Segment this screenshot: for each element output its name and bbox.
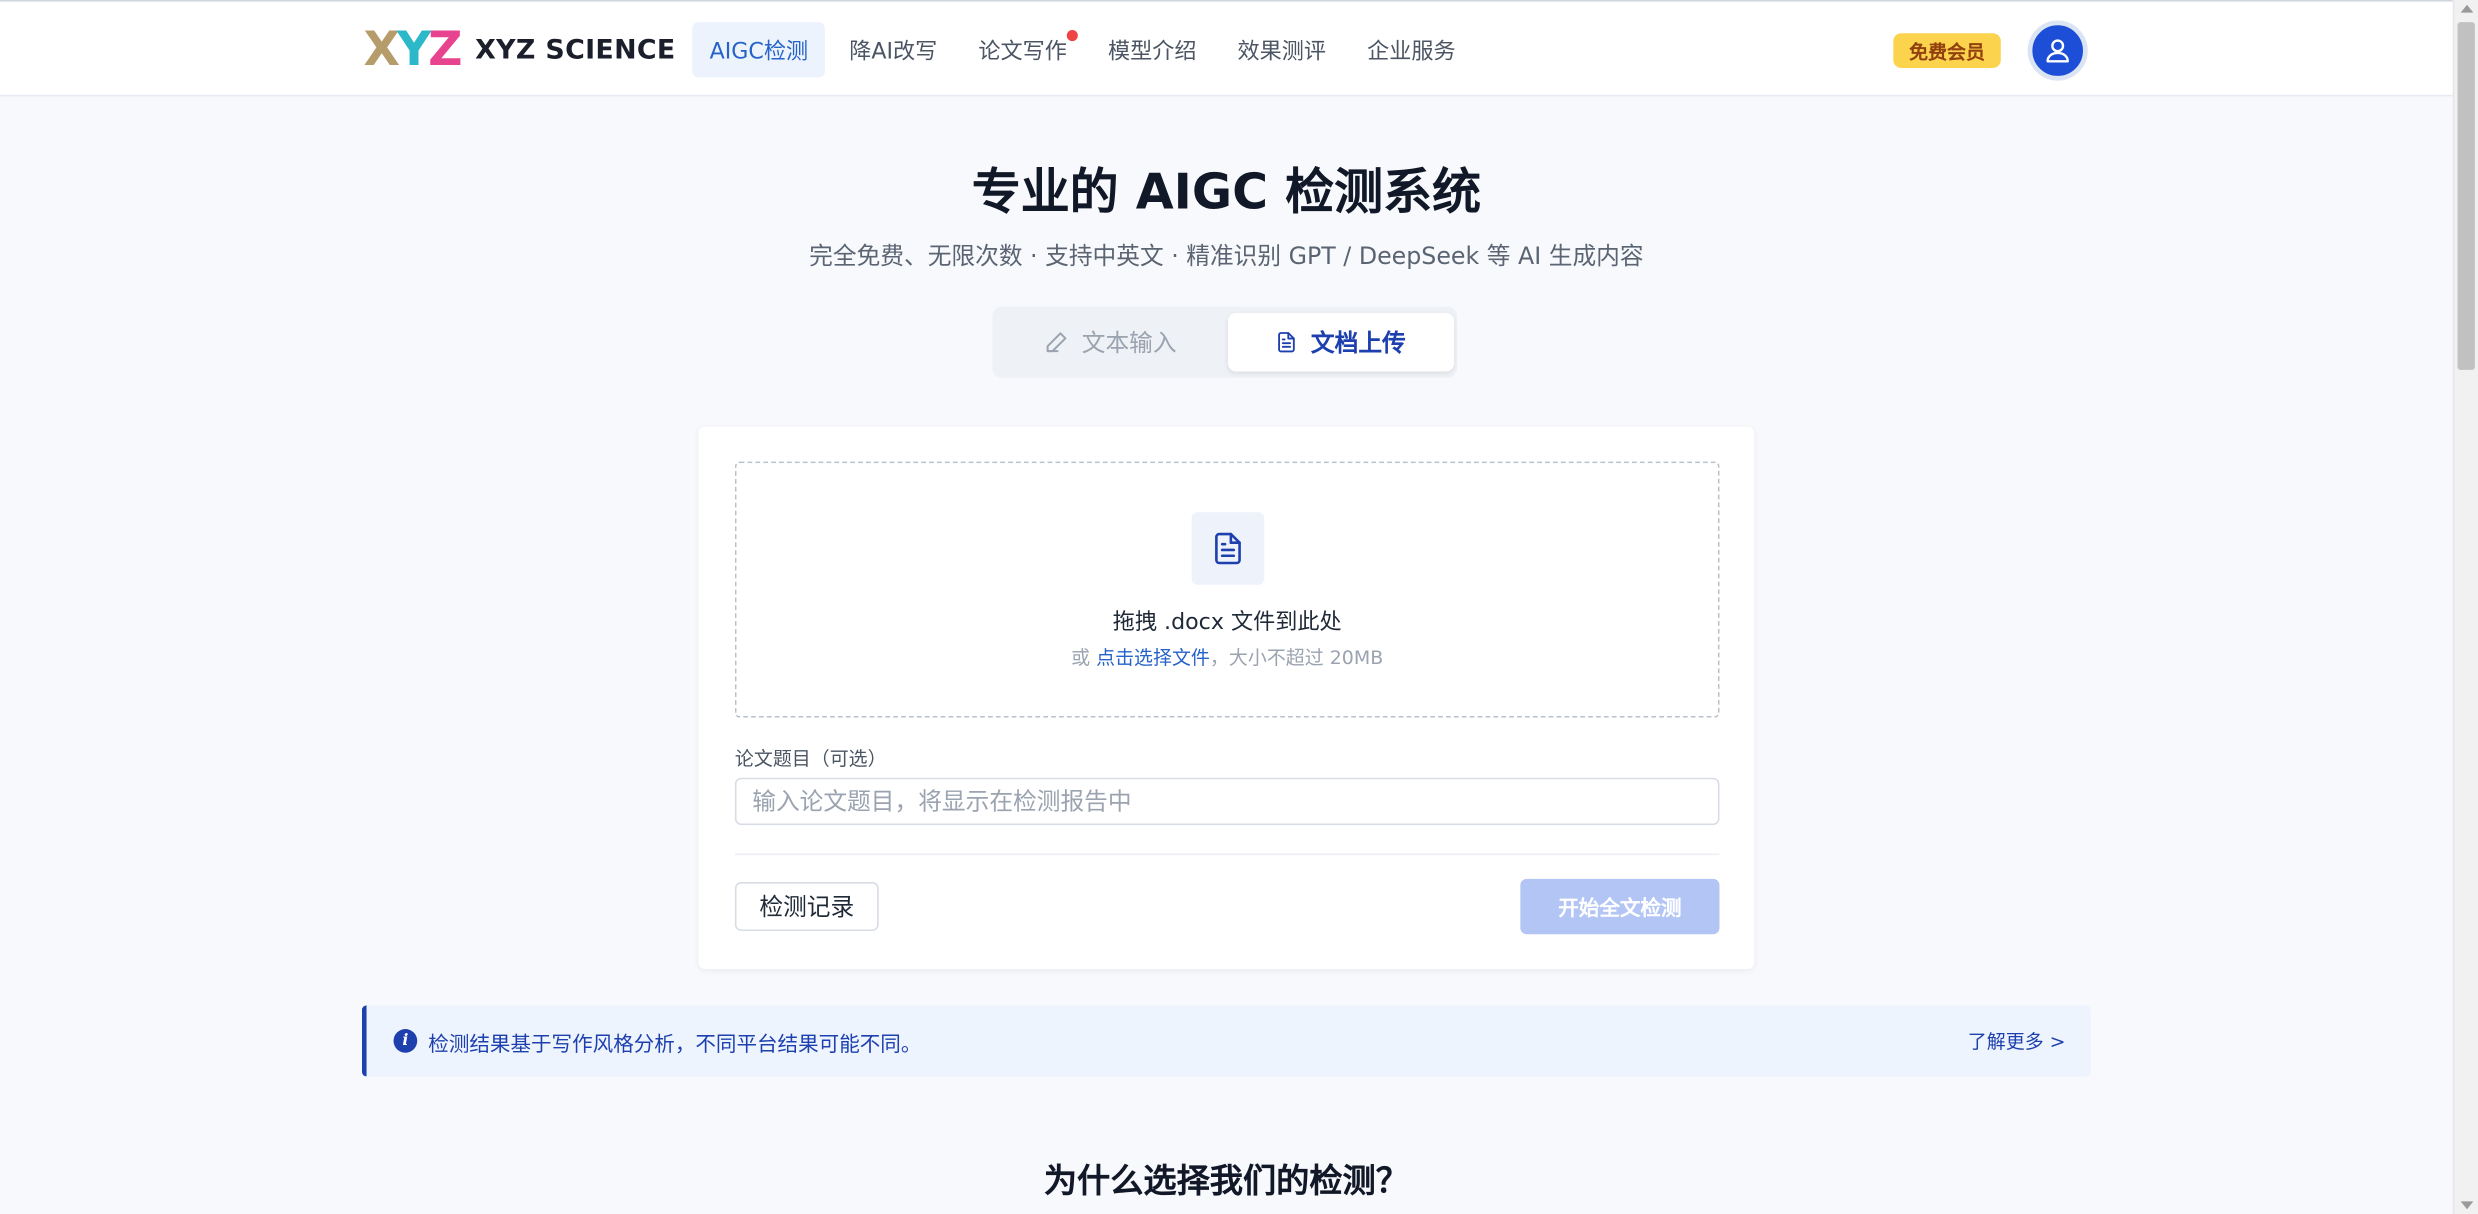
nav-item-label: 降AI改写	[849, 38, 938, 65]
dropzone-title: 拖拽 .docx 文件到此处	[1112, 610, 1342, 636]
notice-text: 检测结果基于写作风格分析，不同平台结果可能不同。	[428, 1033, 922, 1058]
scroll-down-arrow-icon[interactable]	[2460, 1201, 2474, 1210]
why-section-title: 为什么选择我们的检测？	[1043, 1161, 1409, 1200]
notification-dot	[1066, 30, 1078, 42]
upload-card: 拖拽 .docx 文件到此处 或 点击选择文件，大小不超过 20MB 论文题目（…	[698, 426, 1755, 969]
dropzone-hint: 或 点击选择文件，大小不超过 20MB	[736, 643, 1717, 670]
document-icon	[1215, 532, 1241, 565]
logo-letter-x: X	[363, 22, 400, 78]
learn-more-link[interactable]: 了解更多 >	[1968, 1027, 2066, 1054]
tab-document-upload[interactable]: 文档上传	[1227, 312, 1454, 372]
nav-item-model-intro[interactable]: 模型介绍	[1091, 22, 1214, 77]
document-icon	[1278, 332, 1296, 353]
divider	[734, 853, 1720, 856]
logo-letter-y: Y	[396, 22, 431, 78]
pencil-icon	[1047, 332, 1068, 353]
scroll-thumb[interactable]	[2457, 22, 2475, 370]
nav-item-label: 论文写作	[978, 38, 1067, 65]
paper-title-label: 论文题目（可选）	[734, 747, 887, 770]
file-dropzone[interactable]: 拖拽 .docx 文件到此处 或 点击选择文件，大小不超过 20MB	[734, 461, 1720, 718]
upload-icon-box	[1191, 512, 1265, 585]
user-icon	[2046, 39, 2069, 63]
vip-badge[interactable]: 免费会员	[1893, 33, 2001, 68]
avatar[interactable]	[2027, 20, 2088, 81]
info-notice: i 检测结果基于写作风格分析，不同平台结果可能不同。 了解更多 >	[361, 1005, 2091, 1077]
paper-title-input[interactable]	[734, 777, 1720, 826]
nav-item-label: 效果测评	[1237, 38, 1327, 65]
dropzone-hint-suffix: ，大小不超过 20MB	[1209, 646, 1384, 669]
nav-item-label: 模型介绍	[1107, 38, 1197, 65]
dropzone-hint-prefix: 或	[1071, 646, 1097, 669]
page-title: 专业的 AIGC 检测系统	[971, 164, 1482, 222]
page-subtitle: 完全免费、无限次数 · 支持中英文 · 精准识别 GPT / DeepSeek …	[809, 241, 1644, 271]
tab-label: 文本输入	[1081, 328, 1177, 358]
nav-item-label: AIGC检测	[709, 38, 809, 65]
choose-file-link[interactable]: 点击选择文件	[1096, 647, 1210, 669]
logo[interactable]: X Y Z XYZ SCIENCE	[363, 22, 676, 78]
scroll-up-arrow-icon[interactable]	[2460, 4, 2474, 13]
nav-item-paper-writing[interactable]: 论文写作	[961, 22, 1084, 77]
nav-item-enterprise[interactable]: 企业服务	[1350, 22, 1473, 77]
nav-item-label: 企业服务	[1367, 38, 1456, 65]
tab-text-input[interactable]: 文本输入	[999, 313, 1223, 371]
info-icon: i	[393, 1029, 418, 1053]
page-scrollbar[interactable]	[2452, 0, 2478, 1214]
input-mode-tabs: 文本输入 文档上传	[992, 306, 1458, 378]
history-button[interactable]: 检测记录	[734, 882, 879, 932]
main-nav: AIGC检测 降AI改写 论文写作 模型介绍 效果测评 企业服务	[692, 22, 1479, 78]
top-navbar: X Y Z XYZ SCIENCE AIGC检测 降AI改写 论文写作 模型介绍…	[0, 0, 2453, 97]
logo-letter-z: Z	[428, 22, 462, 78]
nav-item-ai-rewrite[interactable]: 降AI改写	[832, 22, 955, 77]
nav-item-aigc-detect[interactable]: AIGC检测	[692, 22, 826, 78]
tab-label: 文档上传	[1310, 328, 1406, 358]
start-detection-button[interactable]: 开始全文检测	[1520, 878, 1720, 935]
logo-mark: X Y Z	[363, 22, 462, 78]
nav-item-evaluation[interactable]: 效果测评	[1220, 22, 1343, 77]
logo-text: XYZ SCIENCE	[475, 34, 676, 67]
